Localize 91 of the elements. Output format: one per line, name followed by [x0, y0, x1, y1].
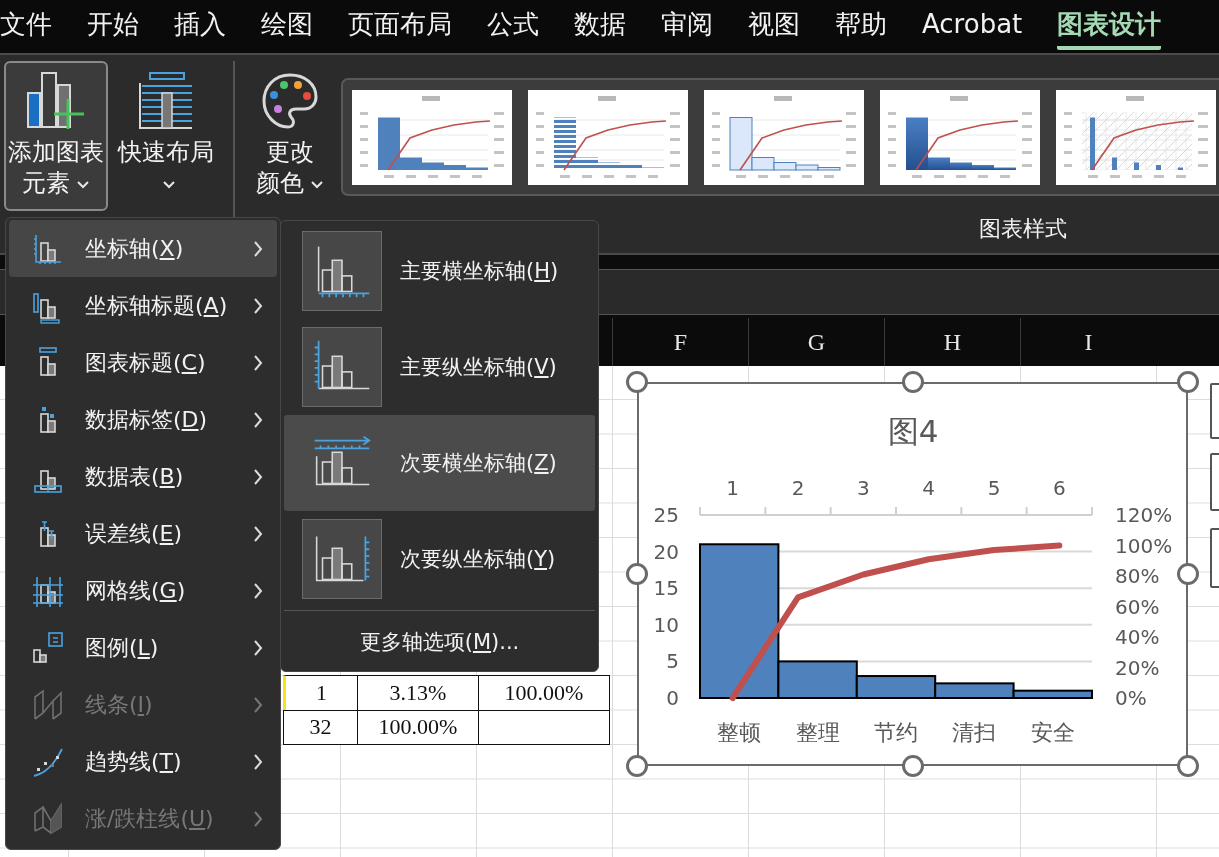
- axis-label: 15: [653, 576, 679, 601]
- chevron-down-icon: [76, 179, 90, 189]
- axis-label: 5: [666, 649, 679, 674]
- chevron-down-icon: [161, 179, 176, 189]
- menu-item[interactable]: 数据表(B): [9, 448, 277, 505]
- ribbon-tab[interactable]: 数据: [574, 4, 626, 50]
- axis-label: 80%: [1115, 564, 1160, 588]
- chart-style-thumbnail[interactable]: [704, 89, 864, 185]
- table-cell: 100.00%: [478, 675, 610, 711]
- table-cell: 32: [283, 709, 358, 745]
- menu-item[interactable]: 坐标轴标题(A): [9, 277, 277, 334]
- chevron-right-icon: [253, 524, 263, 543]
- resize-handle[interactable]: [626, 755, 648, 777]
- menu-item[interactable]: 图表标题(C): [9, 334, 277, 391]
- axis-label: 20: [653, 539, 679, 564]
- chart-style-thumbnail[interactable]: [880, 89, 1040, 185]
- axis-label: 整顿: [717, 720, 762, 745]
- axis-label: 整理: [795, 720, 840, 745]
- ribbon-tab[interactable]: 插入: [174, 4, 226, 50]
- chevron-right-icon: [253, 638, 263, 657]
- chevron-right-icon: [253, 467, 263, 486]
- add-chart-element-button[interactable]: 添加图表元素: [4, 61, 108, 211]
- menu-item[interactable]: 更多轴选项(M)...: [284, 614, 595, 670]
- chevron-right-icon: [253, 752, 263, 771]
- horizontal-axis-chart-icon: [302, 231, 382, 311]
- ribbon-tab[interactable]: 帮助: [835, 4, 887, 50]
- vertical-axis-chart-icon: [302, 327, 382, 407]
- ribbon-tab[interactable]: 审阅: [661, 4, 713, 50]
- axis-label: 安全: [1030, 720, 1075, 745]
- axis-label: 4: [922, 476, 936, 500]
- menu-item[interactable]: 图例(L): [9, 619, 277, 676]
- chevron-right-icon: [253, 296, 263, 315]
- chevron-right-icon: [253, 581, 263, 600]
- axis-label: 25: [653, 503, 679, 527]
- table-cell: 1: [283, 675, 358, 711]
- table-cell: 3.13%: [357, 675, 479, 711]
- ribbon-tab[interactable]: 开始: [87, 4, 139, 50]
- chevron-right-icon: [253, 353, 263, 372]
- menu-item[interactable]: 误差线(E): [9, 505, 277, 562]
- axis-label: 5: [987, 476, 1001, 500]
- ribbon-tab[interactable]: 文件: [0, 4, 52, 50]
- chevron-right-icon: [253, 809, 263, 828]
- menu-item[interactable]: 次要横坐标轴(Z): [284, 415, 595, 511]
- right-axis-chart-icon: [302, 519, 382, 599]
- chart-style-thumbnail[interactable]: [1056, 89, 1216, 185]
- axis-label: 0: [666, 686, 679, 710]
- menu-item[interactable]: 主要横坐标轴(H): [284, 223, 595, 319]
- ribbon-tab[interactable]: 页面布局: [348, 4, 452, 50]
- menu-item[interactable]: 趋势线(T): [9, 733, 277, 790]
- axis-label: 1: [726, 476, 740, 500]
- axis-label: 10: [653, 612, 679, 637]
- chart-area[interactable]: 图4 0 5 10 15 20 25 整顿 整理 节约 清扫 安全 1 2 3 4 5 6 0% 20% 40% 60% 80% 100% 120%: [637, 382, 1188, 766]
- menu-item[interactable]: 网格线(G): [9, 562, 277, 619]
- axis-label: 6: [1052, 476, 1066, 500]
- resize-handle[interactable]: [1177, 755, 1199, 777]
- table-cell: 100.00%: [357, 709, 479, 745]
- chevron-right-icon: [253, 695, 263, 714]
- chart-style-thumbnail[interactable]: [528, 89, 688, 185]
- chevron-down-icon: [310, 179, 324, 189]
- ribbon-tab[interactable]: 公式: [487, 4, 539, 50]
- resize-handle[interactable]: [901, 371, 924, 393]
- change-colors-button[interactable]: 更改颜色: [247, 61, 333, 211]
- axis-label: 120%: [1115, 503, 1173, 527]
- ribbon-tab[interactable]: Acrobat: [922, 4, 1023, 50]
- axis-label: 60%: [1115, 594, 1160, 619]
- chevron-right-icon: [253, 239, 263, 258]
- resize-handle[interactable]: [1177, 563, 1199, 585]
- menu-item[interactable]: 主要纵坐标轴(V): [284, 319, 595, 415]
- menu-item[interactable]: 次要纵坐标轴(Y): [284, 511, 595, 607]
- axis-label: 清扫: [952, 720, 997, 745]
- menu-item[interactable]: 坐标轴(X): [9, 220, 277, 277]
- axis-label: 100%: [1115, 533, 1173, 558]
- quick-layout-button[interactable]: 快速布局: [108, 61, 223, 211]
- axis-label: 40%: [1115, 625, 1160, 649]
- resize-handle[interactable]: [626, 371, 648, 393]
- resize-handle[interactable]: [626, 563, 648, 585]
- axis-label: 节约: [874, 720, 918, 745]
- axis-label: 3: [856, 476, 870, 500]
- axis-label: 20%: [1115, 655, 1160, 680]
- chart-style-thumbnail[interactable]: [352, 89, 512, 185]
- group-label: 图表样式: [979, 215, 1067, 243]
- chevron-right-icon: [253, 410, 263, 429]
- axis-label: 2: [791, 476, 805, 500]
- menu-item[interactable]: 数据标签(D): [9, 391, 277, 448]
- resize-handle[interactable]: [1177, 371, 1199, 393]
- axis-label: 0%: [1115, 686, 1147, 710]
- ribbon-tab[interactable]: 视图: [748, 4, 800, 50]
- ribbon-tab[interactable]: 绘图: [261, 4, 313, 50]
- chart-title: 图4: [887, 413, 939, 449]
- ribbon-tab[interactable]: 图表设计: [1057, 4, 1162, 50]
- color-palette-icon: [260, 71, 320, 131]
